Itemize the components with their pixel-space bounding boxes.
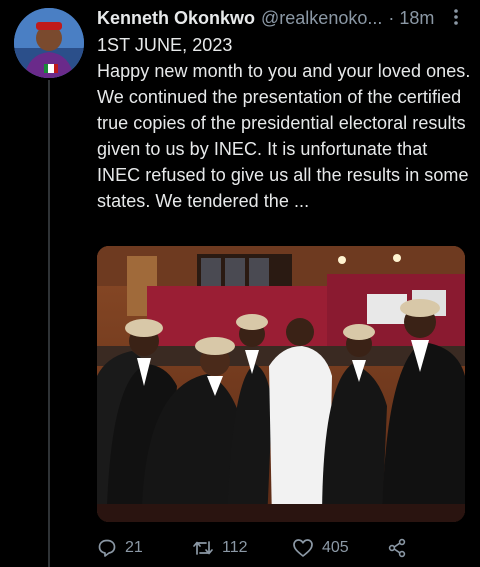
separator: · (388, 7, 395, 28)
retweet-count: 112 (222, 539, 248, 556)
author-avatar[interactable] (14, 8, 84, 78)
retweet-button[interactable]: 112 (192, 538, 292, 558)
share-icon (388, 538, 406, 558)
retweet-icon (193, 541, 213, 555)
reply-count: 21 (125, 539, 143, 556)
avatar-image (14, 8, 84, 78)
tweet-header: Kenneth Okonkwo @realkenoko... · 18m (97, 6, 466, 30)
tweet-text: 1ST JUNE, 2023 Happy new month to you an… (97, 35, 471, 211)
tweet-timestamp[interactable]: 18m (399, 8, 434, 29)
reply-button[interactable]: 21 (97, 538, 192, 558)
thread-line (48, 80, 50, 567)
share-button[interactable] (387, 538, 407, 558)
more-vertical-icon[interactable] (446, 8, 466, 29)
author-handle[interactable]: @realkenoko... (261, 8, 382, 29)
heart-icon (293, 539, 313, 557)
like-button[interactable]: 405 (292, 538, 387, 558)
tweet-actions: 21 112 405 (97, 535, 417, 561)
courtroom-photo (97, 246, 465, 522)
like-count: 405 (322, 539, 349, 556)
reply-icon (98, 539, 116, 557)
author-name[interactable]: Kenneth Okonkwo (97, 8, 255, 29)
tweet-photo[interactable] (97, 246, 465, 522)
